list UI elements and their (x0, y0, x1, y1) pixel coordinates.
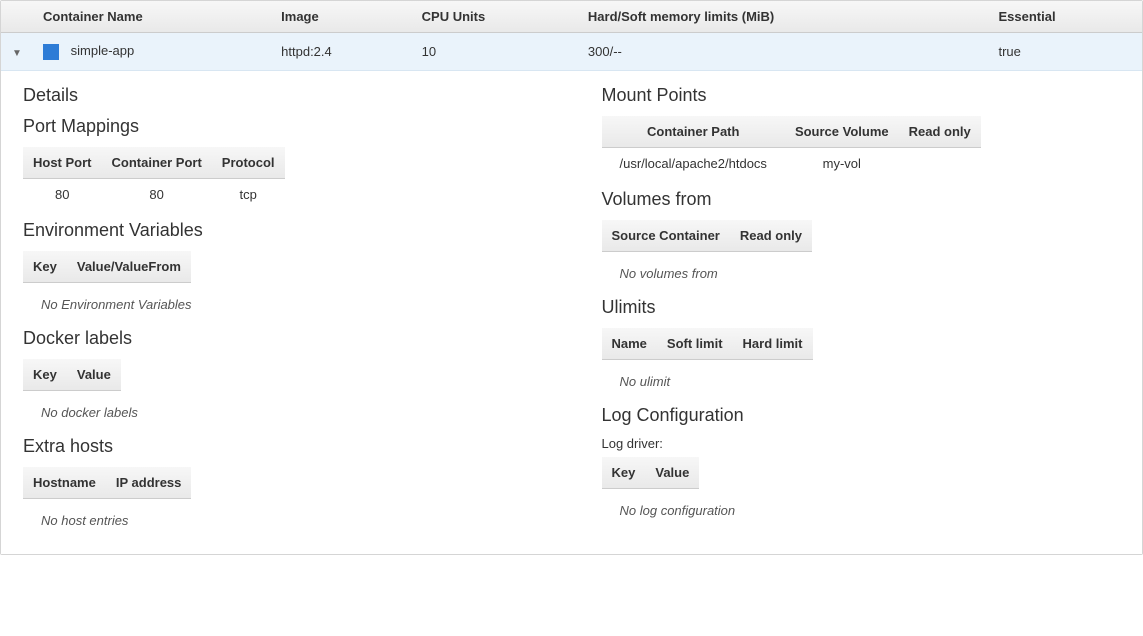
docker-labels-h-key: Key (23, 359, 67, 391)
volumes-from-h-readonly: Read only (730, 220, 812, 252)
docker-labels-table: Key Value (23, 359, 121, 391)
section-docker-labels: Docker labels (23, 328, 542, 349)
ulimits-h-name: Name (602, 328, 657, 360)
env-vars-h-value: Value/ValueFrom (67, 251, 191, 283)
log-config-empty: No log configuration (602, 497, 1121, 524)
container-detail-row: Details Port Mappings Host Port Containe… (1, 70, 1142, 554)
mount-points-h-source: Source Volume (785, 116, 899, 148)
section-ulimits: Ulimits (602, 297, 1121, 318)
cell-essential: true (988, 33, 1142, 71)
section-details: Details (23, 85, 542, 106)
port-mapping-container: 80 (102, 178, 212, 210)
log-config-table: Key Value (602, 457, 700, 489)
log-config-h-key: Key (602, 457, 646, 489)
header-essential[interactable]: Essential (988, 1, 1142, 33)
env-vars-table: Key Value/ValueFrom (23, 251, 191, 283)
extra-hosts-h-hostname: Hostname (23, 467, 106, 499)
extra-hosts-h-ip: IP address (106, 467, 192, 499)
ulimits-empty: No ulimit (602, 368, 1121, 395)
ulimits-table: Name Soft limit Hard limit (602, 328, 813, 360)
header-memory[interactable]: Hard/Soft memory limits (MiB) (578, 1, 989, 33)
port-mappings-h-container: Container Port (102, 147, 212, 179)
chevron-down-icon: ▼ (12, 48, 22, 59)
volumes-from-h-source: Source Container (602, 220, 730, 252)
extra-hosts-table: Hostname IP address (23, 467, 191, 499)
section-port-mappings: Port Mappings (23, 116, 542, 137)
mount-point-source: my-vol (785, 147, 899, 179)
section-log-config: Log Configuration (602, 405, 1121, 426)
extra-hosts-empty: No host entries (23, 507, 542, 534)
header-expander (1, 1, 33, 33)
details-right-column: Mount Points Container Path Source Volum… (602, 85, 1121, 534)
section-env-vars: Environment Variables (23, 220, 542, 241)
docker-labels-h-value: Value (67, 359, 121, 391)
port-mapping-protocol: tcp (212, 178, 285, 210)
header-cpu-units[interactable]: CPU Units (412, 1, 578, 33)
port-mappings-h-protocol: Protocol (212, 147, 285, 179)
cell-container-name: simple-app (33, 33, 271, 71)
row-expander-toggle[interactable]: ▼ (1, 33, 33, 71)
section-volumes-from: Volumes from (602, 189, 1121, 210)
ulimits-h-soft: Soft limit (657, 328, 733, 360)
volumes-from-empty: No volumes from (602, 260, 1121, 287)
mount-points-h-path: Container Path (602, 116, 785, 148)
mount-points-h-readonly: Read only (899, 116, 981, 148)
details-left-column: Details Port Mappings Host Port Containe… (23, 85, 542, 534)
log-config-h-value: Value (645, 457, 699, 489)
cell-cpu: 10 (412, 33, 578, 71)
mount-point-path: /usr/local/apache2/htdocs (602, 147, 785, 179)
section-extra-hosts: Extra hosts (23, 436, 542, 457)
port-mapping-row: 80 80 tcp (23, 178, 285, 210)
section-mount-points: Mount Points (602, 85, 1121, 106)
header-container-name[interactable]: Container Name (33, 1, 271, 33)
docker-labels-empty: No docker labels (23, 399, 542, 426)
header-image[interactable]: Image (271, 1, 411, 33)
container-color-swatch (43, 44, 59, 60)
env-vars-empty: No Environment Variables (23, 291, 542, 318)
log-driver-label: Log driver: (602, 436, 1121, 451)
port-mapping-host: 80 (23, 178, 102, 210)
port-mappings-table: Host Port Container Port Protocol 80 80 (23, 147, 285, 210)
mount-point-readonly (899, 147, 981, 179)
volumes-from-table: Source Container Read only (602, 220, 812, 252)
container-row[interactable]: ▼ simple-app httpd:2.4 10 300/-- true (1, 33, 1142, 71)
port-mappings-h-host: Host Port (23, 147, 102, 179)
cell-memory: 300/-- (578, 33, 989, 71)
cell-image: httpd:2.4 (271, 33, 411, 71)
ulimits-h-hard: Hard limit (733, 328, 813, 360)
mount-point-row: /usr/local/apache2/htdocs my-vol (602, 147, 981, 179)
mount-points-table: Container Path Source Volume Read only /… (602, 116, 981, 179)
container-name-text: simple-app (71, 43, 135, 58)
table-header-row: Container Name Image CPU Units Hard/Soft… (1, 1, 1142, 33)
env-vars-h-key: Key (23, 251, 67, 283)
